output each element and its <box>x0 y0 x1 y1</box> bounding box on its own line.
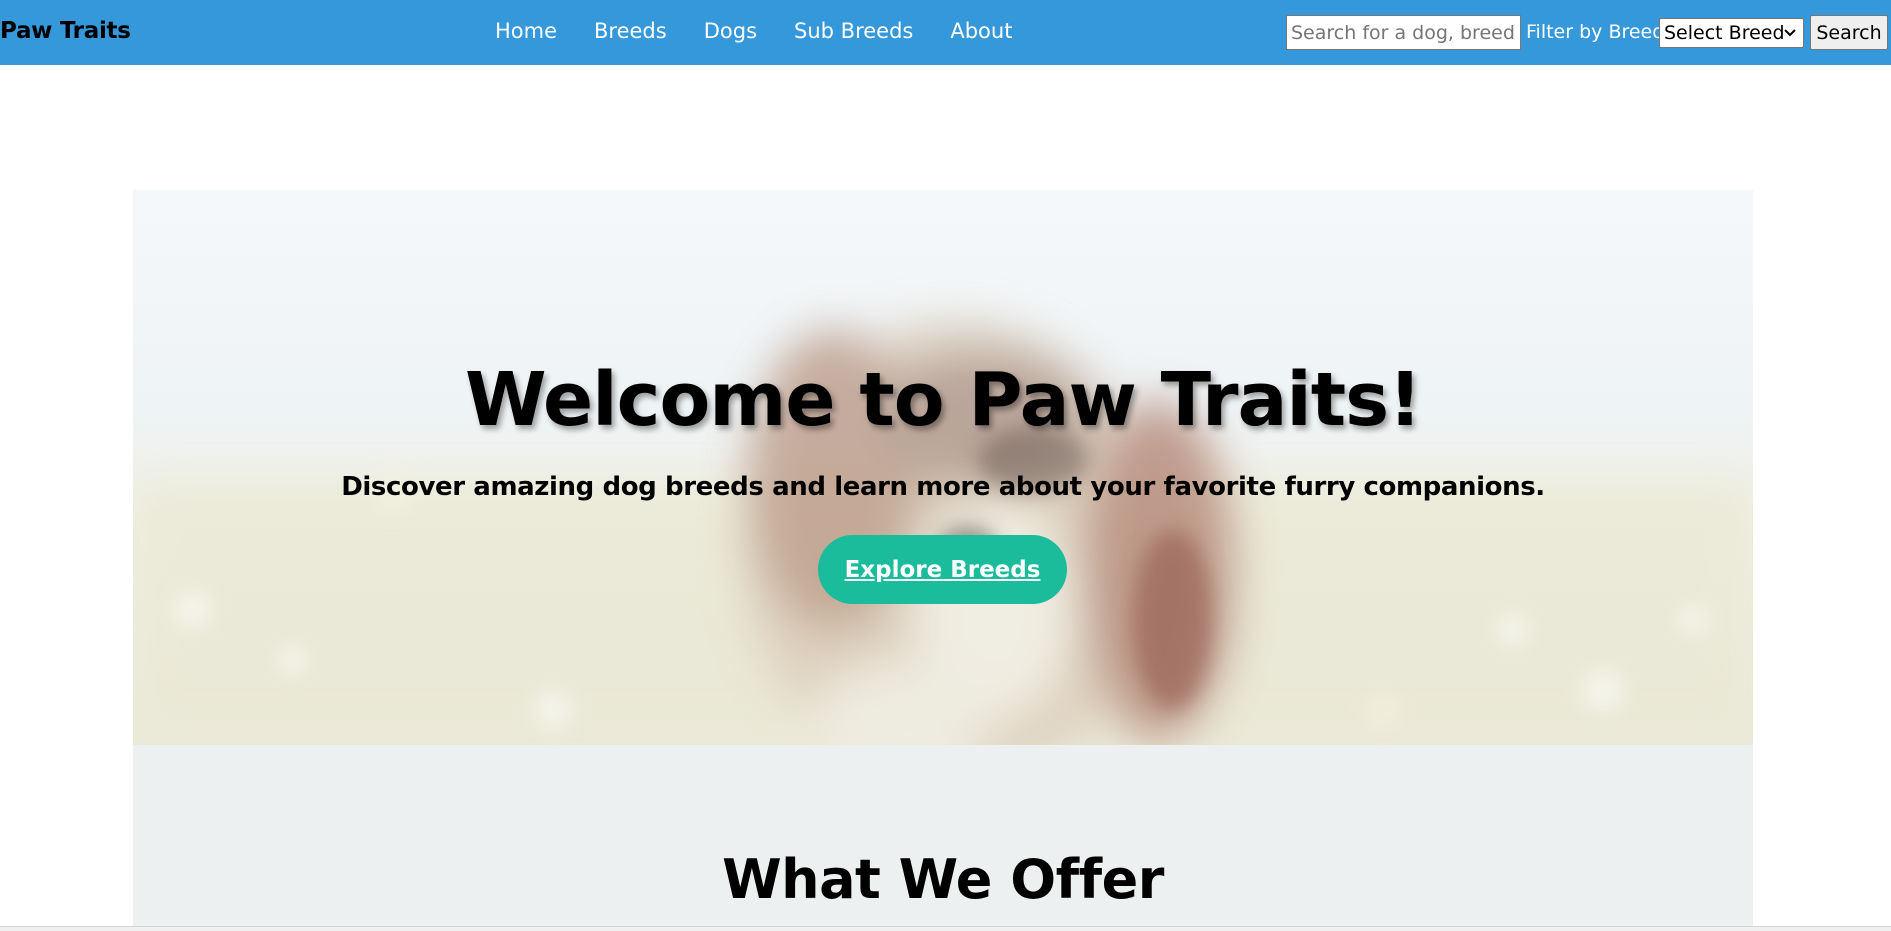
search-button[interactable]: Search <box>1810 15 1888 50</box>
section-title: What We Offer <box>722 848 1164 911</box>
window-bottom-edge <box>0 926 1891 931</box>
breed-filter-select[interactable]: Select Breed <box>1659 18 1804 48</box>
top-navbar: Paw Traits Home Breeds Dogs Sub Breeds A… <box>0 0 1891 65</box>
main-nav: Home Breeds Dogs Sub Breeds About <box>495 19 1049 43</box>
hero-title: Welcome to Paw Traits! <box>465 357 1422 443</box>
nav-link-sub-breeds[interactable]: Sub Breeds <box>794 19 913 43</box>
site-brand[interactable]: Paw Traits <box>0 18 131 44</box>
breed-filter-selected-value: Select Breed <box>1664 22 1785 44</box>
nav-link-about[interactable]: About <box>950 19 1012 43</box>
search-input[interactable] <box>1286 15 1521 50</box>
hero-background-image <box>133 190 1753 745</box>
what-we-offer-section: What We Offer <box>133 745 1753 931</box>
hero-subtitle: Discover amazing dog breeds and learn mo… <box>341 472 1545 502</box>
nav-link-home[interactable]: Home <box>495 19 557 43</box>
chevron-down-icon <box>1784 29 1796 37</box>
filter-by-breed-label: Filter by Breed <box>1526 21 1665 43</box>
nav-link-breeds[interactable]: Breeds <box>594 19 667 43</box>
explore-breeds-button[interactable]: Explore Breeds <box>818 535 1067 604</box>
hero-section: Welcome to Paw Traits! Discover amazing … <box>133 190 1753 745</box>
nav-link-dogs[interactable]: Dogs <box>704 19 757 43</box>
